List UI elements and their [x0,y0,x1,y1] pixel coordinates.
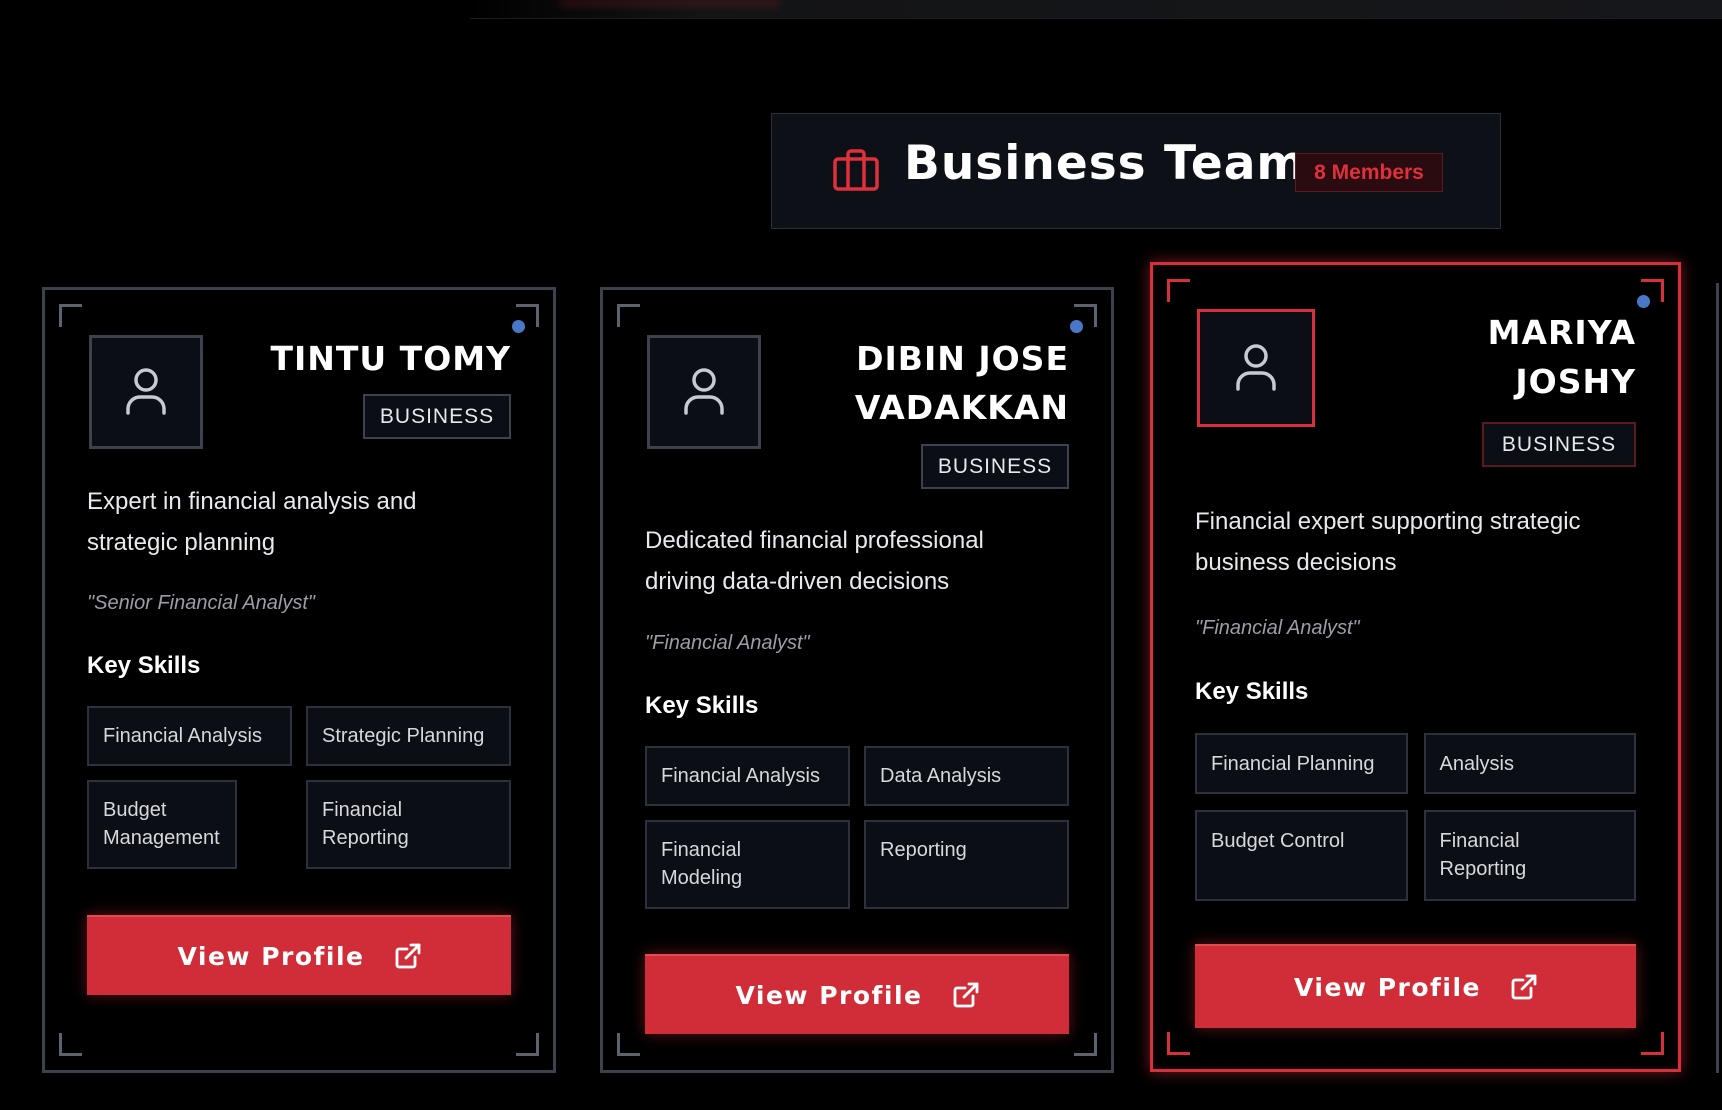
status-dot [1070,320,1083,333]
user-icon [126,368,166,415]
member-title-quote: "Financial Analyst" [645,632,810,654]
skill-tag: Financial Planning [1195,733,1408,794]
skill-tag: Strategic Planning [306,706,511,766]
top-bar-glow [560,0,780,6]
skill-tag: Financial Modeling [645,820,850,909]
status-dot [512,320,525,333]
external-link-icon [1511,974,1537,1000]
corner-bracket [617,304,640,327]
skill-tag: Reporting [864,820,1069,909]
status-dot [1637,295,1650,308]
role-badge: BUSINESS [921,444,1069,489]
member-title-quote: "Senior Financial Analyst" [87,592,316,614]
user-icon [684,368,724,415]
skills-grid: Financial Analysis Data Analysis Financi… [645,746,1069,909]
role-badge: BUSINESS [363,394,511,439]
role-badge: BUSINESS [1482,422,1636,467]
view-profile-button[interactable]: View Profile [87,915,511,995]
member-name: TINTU TOMY [270,334,511,383]
corner-bracket [516,1033,539,1056]
member-card-mariya-joshy[interactable]: MARIYA JOSHY BUSINESS Financial expert s… [1150,262,1681,1072]
external-link-icon [395,943,420,969]
member-description: Dedicated financial professional driving… [645,527,984,595]
skills-grid: Financial Analysis Strategic Planning Bu… [87,706,511,869]
avatar [1197,309,1315,427]
member-name-line: MARIYA [1487,313,1636,352]
briefcase-icon [833,149,879,191]
member-name-line: JOSHY [1515,362,1636,401]
members-count-badge: 8 Members [1295,153,1443,192]
member-name-line: TINTU TOMY [270,339,511,378]
avatar [89,335,203,449]
view-profile-label: View Profile [1293,972,1482,1002]
team-header: Business Team 8 Members [771,113,1501,229]
view-profile-label: View Profile [177,941,365,971]
skill-tag: Data Analysis [864,746,1069,806]
view-profile-label: View Profile [735,980,923,1010]
view-profile-button[interactable]: View Profile [645,954,1069,1034]
member-card-dibin-jose-vadakkan[interactable]: DIBIN JOSE VADAKKAN BUSINESS Dedicated f… [600,287,1114,1073]
skills-heading: Key Skills [1195,678,1309,705]
member-description: Expert in financial analysis and strateg… [87,488,417,556]
corner-bracket [1641,1032,1664,1055]
member-name: MARIYA JOSHY [1488,308,1636,406]
member-name-line: DIBIN JOSE [856,339,1069,378]
skill-tag: Financial Reporting [306,780,511,869]
skill-tag: Budget Control [1195,810,1408,901]
corner-bracket [1167,279,1190,302]
team-section: Business Team 8 Members TINTU TOMY BUSIN… [0,0,1722,1110]
skills-heading: Key Skills [645,692,759,719]
corner-bracket [59,1033,82,1056]
external-link-icon [953,982,978,1008]
member-title-quote: "Financial Analyst" [1195,617,1360,639]
team-title: Business Team [904,136,1307,191]
corner-bracket [1074,1033,1097,1056]
user-icon [1236,344,1276,391]
skills-grid: Financial Planning Analysis Budget Contr… [1195,733,1636,901]
skills-heading: Key Skills [87,652,201,679]
skill-tag: Analysis [1423,733,1636,794]
member-description: Financial expert supporting strategic bu… [1195,508,1581,576]
corner-bracket [617,1033,640,1056]
corner-bracket [59,304,82,327]
skill-tag: Financial Analysis [645,746,850,806]
avatar [647,335,761,449]
next-card-edge [1716,283,1722,1073]
skill-tag: Financial Analysis [87,706,292,766]
member-name: DIBIN JOSE VADAKKAN [855,334,1069,432]
skill-tag: Financial Reporting [1423,810,1636,901]
skill-tag: Budget Management [87,780,237,869]
member-card-tintu-tomy[interactable]: TINTU TOMY BUSINESS Expert in financial … [42,287,556,1073]
corner-bracket [1167,1032,1190,1055]
view-profile-button[interactable]: View Profile [1195,944,1636,1028]
member-name-line: VADAKKAN [854,388,1069,427]
